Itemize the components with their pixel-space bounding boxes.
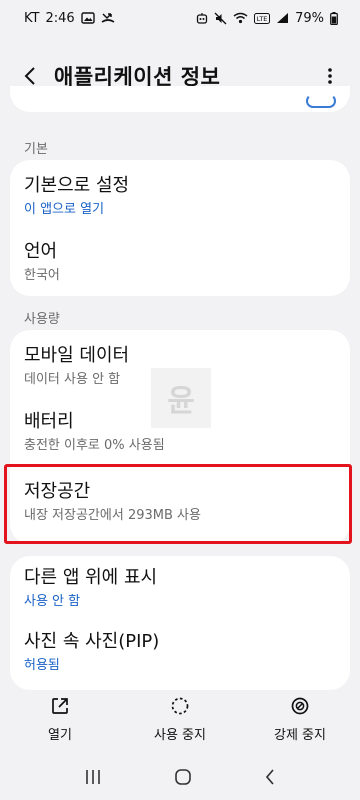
signal-icon	[276, 12, 289, 24]
list-item-title: 사진 속 사진(PIP)	[24, 631, 160, 652]
list-item-subtitle: 충전한 이후로 0% 사용됨	[24, 438, 165, 453]
status-left: KT 2:46	[24, 11, 115, 26]
recent-apps-icon	[86, 770, 100, 784]
default-settings-card: 기본으로 설정 이 앱으로 열기 언어 한국어	[10, 160, 350, 296]
open-external-icon	[52, 698, 68, 714]
list-item-title: 다른 앱 위에 표시	[24, 567, 158, 588]
carrier-label: KT	[24, 10, 40, 26]
bottom-action-bar: 열기 사용 중지 강제 중지	[0, 696, 360, 756]
force-stop-button-label: 강제 중지	[274, 728, 326, 743]
chevron-left-icon	[24, 67, 35, 85]
section-label-usage: 사용량	[24, 312, 60, 327]
wifi-icon	[233, 12, 248, 24]
force-stop-button[interactable]: 강제 중지	[245, 696, 355, 743]
home-button[interactable]	[174, 768, 192, 790]
more-options-button[interactable]	[318, 64, 342, 88]
clock: 2:46	[45, 10, 75, 26]
dashed-circle-icon	[171, 697, 189, 715]
watermark-logo: 윤	[151, 368, 211, 428]
open-button-label: 열기	[48, 728, 72, 743]
back-icon	[265, 769, 274, 785]
system-navigation-bar	[0, 758, 360, 800]
status-right: LTE 79%	[196, 11, 338, 26]
scrolled-card-remnant	[10, 86, 350, 112]
section-label-default: 기본	[24, 142, 48, 157]
list-item-title: 모바일 데이터	[24, 345, 130, 366]
list-item-title: 기본으로 설정	[24, 175, 130, 196]
list-item-display-over-apps[interactable]: 다른 앱 위에 표시 사용 안 함	[10, 566, 350, 611]
svg-text:LTE: LTE	[257, 15, 268, 23]
back-nav-button[interactable]	[264, 768, 276, 790]
status-bar: KT 2:46 LTE 79%	[0, 0, 360, 36]
toggle-icon	[306, 94, 336, 108]
list-item-language[interactable]: 언어 한국어	[10, 240, 350, 285]
gallery-notification-icon	[80, 11, 95, 25]
watermark-text: 윤	[167, 384, 195, 419]
home-icon	[175, 769, 191, 785]
list-item-subtitle: 이 앱으로 열기	[24, 202, 105, 217]
list-item-subtitle: 사용 안 함	[24, 594, 81, 609]
volte-icon: LTE	[254, 12, 271, 24]
open-button[interactable]: 열기	[5, 696, 115, 743]
list-item-subtitle: 한국어	[24, 268, 60, 283]
stop-usage-button-label: 사용 중지	[154, 728, 206, 743]
highlight-box	[4, 464, 352, 544]
list-item-subtitle: 허용됨	[24, 658, 60, 673]
list-item-title: 언어	[24, 241, 58, 262]
battery-icon	[330, 11, 338, 25]
back-button[interactable]	[18, 64, 42, 88]
permissions-card: 다른 앱 위에 표시 사용 안 함 사진 속 사진(PIP) 허용됨	[10, 556, 350, 690]
mute-icon	[214, 12, 227, 25]
missed-call-icon	[101, 11, 115, 25]
robot-icon	[196, 12, 208, 25]
stop-usage-button[interactable]: 사용 중지	[125, 696, 235, 743]
block-icon	[291, 697, 309, 715]
recent-apps-button[interactable]	[84, 769, 102, 789]
list-item-set-as-default[interactable]: 기본으로 설정 이 앱으로 열기	[10, 174, 350, 219]
battery-percent: 79%	[295, 10, 324, 26]
more-vertical-icon	[328, 68, 332, 84]
list-item-picture-in-picture[interactable]: 사진 속 사진(PIP) 허용됨	[10, 630, 350, 675]
